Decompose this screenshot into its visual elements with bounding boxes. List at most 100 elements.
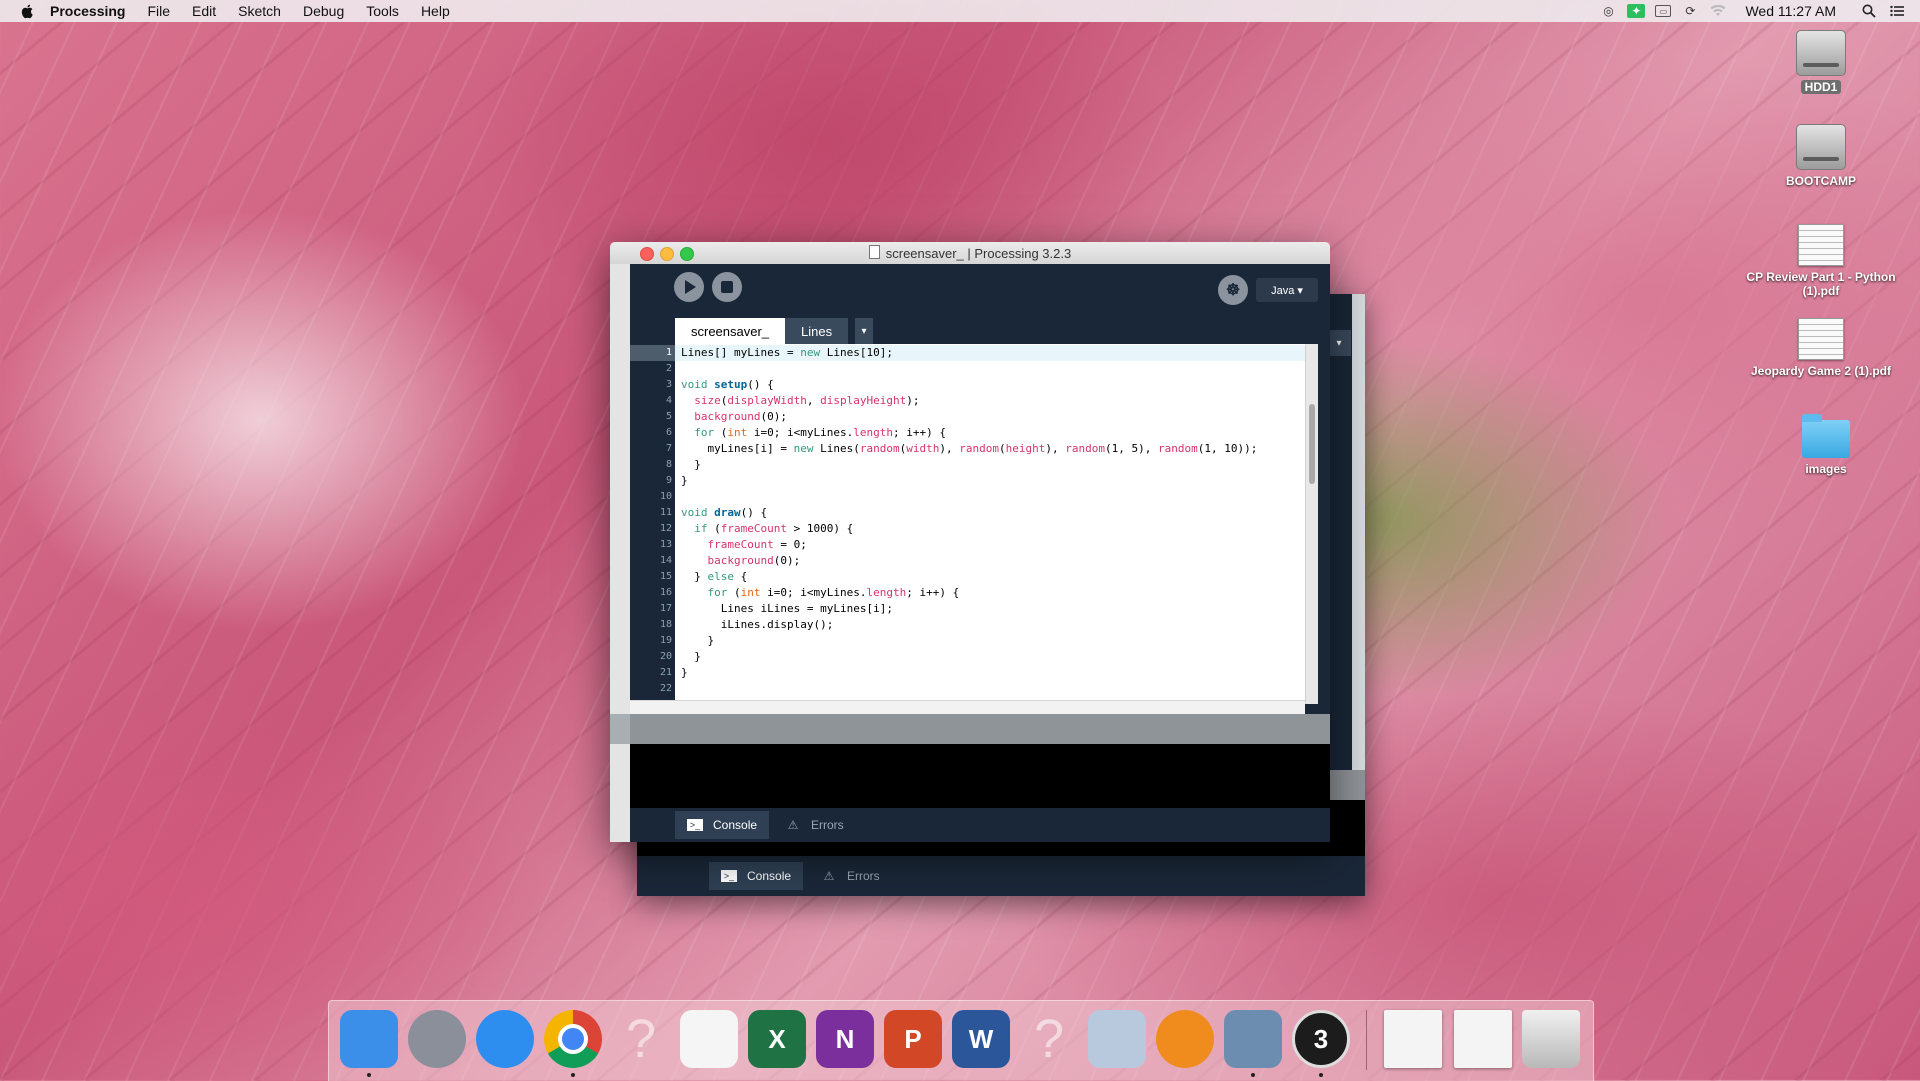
code-line[interactable]: frameCount = 0;	[681, 537, 1257, 553]
code-line[interactable]: Lines[] myLines = new Lines[10];	[681, 345, 1257, 361]
menu-debug[interactable]: Debug	[303, 3, 344, 19]
window-titlebar[interactable]: screensaver_ | Processing 3.2.3	[610, 242, 1330, 265]
spotlight-icon[interactable]	[1860, 4, 1878, 18]
downloads-stack-icon[interactable]	[1384, 1010, 1442, 1068]
powerpoint-icon[interactable]: P	[884, 1010, 942, 1068]
stop-button[interactable]	[712, 272, 742, 302]
code-line[interactable]: if (frameCount > 1000) {	[681, 521, 1257, 537]
desktop-icon-jeopardy-pdf[interactable]: Jeopardy Game 2 (1).pdf	[1746, 318, 1896, 378]
scroll-thumb[interactable]	[1309, 404, 1315, 484]
desktop-icon-cp-review-pdf[interactable]: CP Review Part 1 - Python (1).pdf	[1746, 224, 1896, 298]
background-errors-tab[interactable]: ⚠ Errors	[809, 862, 892, 890]
code-line[interactable]: for (int i=0; i<myLines.length; i++) {	[681, 425, 1257, 441]
debugger-icon: ☸	[1225, 282, 1241, 299]
compass-icon[interactable]	[476, 1010, 534, 1068]
menu-clock[interactable]: Wed 11:27 AM	[1745, 3, 1836, 19]
code-line[interactable]: void draw() {	[681, 505, 1257, 521]
line-number: 3	[665, 379, 672, 390]
display-icon[interactable]: ▭	[1655, 5, 1672, 17]
word-icon[interactable]: W	[952, 1010, 1010, 1068]
wifi-icon[interactable]	[1709, 4, 1727, 18]
menu-tools[interactable]: Tools	[366, 3, 399, 19]
question-icon[interactable]: ?	[1020, 1009, 1078, 1069]
chrome-icon[interactable]	[544, 1010, 602, 1068]
background-console-tab[interactable]: >_ Console	[709, 862, 804, 890]
question-icon[interactable]: ?	[612, 1009, 670, 1069]
code-line[interactable]: iLines.display();	[681, 617, 1257, 633]
creative-cloud-icon[interactable]: ◎	[1599, 4, 1617, 18]
mode-selector[interactable]: Java ▾	[1256, 278, 1318, 302]
code-line[interactable]: background(0);	[681, 553, 1257, 569]
menu-file[interactable]: File	[147, 3, 170, 19]
menu-edit[interactable]: Edit	[192, 3, 216, 19]
desktop-icon-bootcamp[interactable]: BOOTCAMP	[1746, 124, 1896, 188]
code-line[interactable]: for (int i=0; i<myLines.length; i++) {	[681, 585, 1257, 601]
code-line[interactable]	[681, 489, 1257, 505]
excel-icon[interactable]: X	[748, 1010, 806, 1068]
onenote-icon[interactable]: N	[816, 1010, 874, 1068]
line-number: 9	[665, 475, 672, 486]
line-number: 20	[659, 651, 672, 662]
status-menus: ◎ ✦ ▭ ⟳ Wed 11:27 AM	[1589, 0, 1906, 22]
line-number: 11	[659, 507, 672, 518]
desktop-icon-images[interactable]: images	[1751, 414, 1901, 476]
running-indicator	[1319, 1073, 1323, 1077]
line-number: 6	[665, 427, 672, 438]
tab-screensaver[interactable]: screensaver_	[675, 318, 786, 344]
console-output[interactable]	[630, 744, 1330, 808]
warning-icon: ⚠	[823, 869, 835, 883]
menu-sketch[interactable]: Sketch	[238, 3, 281, 19]
sync-icon[interactable]: ⟳	[1681, 4, 1699, 18]
photos-icon[interactable]	[680, 1010, 738, 1068]
rocket-icon[interactable]	[408, 1010, 466, 1068]
menu-bar: Processing File Edit Sketch Debug Tools …	[0, 0, 1920, 22]
editor-horizontal-scrollbar[interactable]	[630, 700, 1305, 715]
code-line[interactable]: myLines[i] = new Lines(random(width), ra…	[681, 441, 1258, 457]
code-editor[interactable]: Lines[] myLines = new Lines[10]; void set…	[675, 344, 1305, 700]
code-line[interactable]: background(0);	[681, 409, 1257, 425]
menu-app-name[interactable]: Processing	[50, 3, 125, 19]
editor-vertical-scrollbar[interactable]	[1305, 344, 1319, 704]
apple-icon[interactable]	[20, 3, 36, 19]
code-line[interactable]: }	[681, 457, 1257, 473]
debug-button[interactable]: ☸	[1218, 275, 1248, 305]
background-window-tab-menu[interactable]: ▾	[1327, 330, 1351, 356]
preview-icon[interactable]	[1088, 1010, 1146, 1068]
processing-icon[interactable]: 3	[1292, 1010, 1350, 1068]
code-line[interactable]: }	[681, 473, 1257, 489]
tab-lines[interactable]: Lines	[785, 318, 849, 344]
desktop-icon-hdd1[interactable]: HDD1	[1746, 30, 1896, 96]
running-indicator	[367, 1073, 371, 1077]
desktop-icon-label: HDD1	[1800, 80, 1842, 94]
code-line[interactable]: void setup() {	[681, 377, 1257, 393]
code-line[interactable]: size(displayWidth, displayHeight);	[681, 393, 1257, 409]
run-button[interactable]	[674, 272, 704, 302]
code-line[interactable]: Lines iLines = myLines[i];	[681, 601, 1257, 617]
finder-icon[interactable]	[340, 1010, 398, 1068]
errors-tab[interactable]: ⚠ Errors	[773, 811, 856, 839]
trash-icon[interactable]	[1522, 1010, 1580, 1068]
menu-help[interactable]: Help	[421, 3, 450, 19]
warning-icon: ⚠	[787, 818, 799, 832]
pdf-file-icon	[1798, 318, 1844, 360]
console-left-edge	[610, 744, 630, 840]
code-line[interactable]: }	[681, 649, 1257, 665]
folder-icon	[1802, 414, 1850, 458]
code-line[interactable]	[681, 681, 1257, 697]
image-capture-icon[interactable]	[1224, 1010, 1282, 1068]
line-number: 13	[659, 539, 672, 550]
code-line[interactable]: }	[681, 665, 1257, 681]
documents-stack-icon[interactable]	[1454, 1010, 1512, 1068]
code-line[interactable]	[681, 361, 1257, 377]
tab-menu-button[interactable]: ▾	[855, 318, 873, 344]
code-line[interactable]: } else {	[681, 569, 1257, 585]
evernote-icon[interactable]: ✦	[1627, 4, 1646, 18]
console-tab[interactable]: >_ Console	[675, 811, 770, 839]
notification-center-icon[interactable]	[1888, 4, 1906, 18]
ibooks-icon[interactable]	[1156, 1010, 1214, 1068]
errors-tab-label: Errors	[811, 818, 844, 832]
code-text[interactable]: Lines[] myLines = new Lines[10]; void set…	[681, 345, 1257, 697]
line-number: 5	[665, 411, 672, 422]
line-number: 1	[665, 347, 672, 358]
code-line[interactable]: }	[681, 633, 1257, 649]
